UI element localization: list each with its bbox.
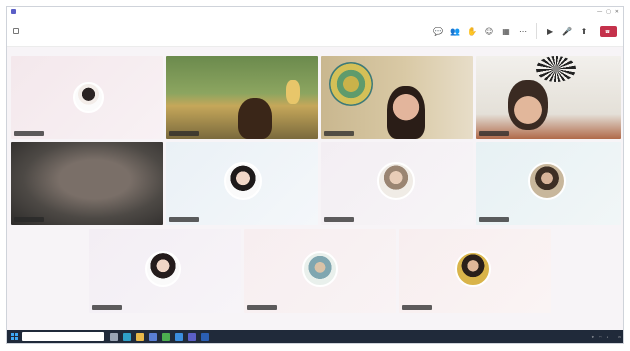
participant-name-tag	[169, 217, 199, 222]
participant-name-tag	[92, 305, 122, 310]
toolbar-divider	[536, 23, 538, 39]
wall-art	[536, 56, 576, 82]
share-button[interactable]: ⬆	[577, 27, 591, 36]
start-icon-pane	[11, 337, 14, 340]
wall-plate	[329, 62, 373, 106]
teams-meeting-window: — ▢ ✕ 💬 👥 ✋ ☺ ▦ ⋯ ▶ 🎤 ⬆ ☎ ☀ ◠ ♪ ▭	[6, 6, 624, 344]
teams-app-icon	[11, 9, 16, 14]
participant-name-tag	[14, 131, 44, 136]
reactions-button[interactable]: ☺	[482, 27, 496, 36]
participant-tile[interactable]	[11, 56, 163, 139]
avatar	[455, 251, 491, 287]
start-icon-pane	[11, 333, 14, 336]
avatar	[224, 162, 262, 200]
start-icon-pane	[15, 333, 18, 336]
raise-hand-icon: ✋	[467, 26, 477, 36]
participant-tile[interactable]	[89, 229, 241, 313]
notifications-icon[interactable]: ▭	[618, 335, 621, 339]
teams-icon[interactable]	[188, 332, 196, 341]
participant-video[interactable]	[476, 56, 621, 139]
participant-name-tag	[169, 131, 199, 136]
taskbar-apps	[110, 332, 209, 341]
avatar	[528, 162, 566, 200]
chat-button[interactable]: 💬	[431, 27, 445, 36]
volume-icon[interactable]: ♪	[607, 335, 609, 339]
camera-button[interactable]: ▶	[543, 27, 557, 36]
window-controls: — ▢ ✕	[597, 9, 619, 15]
meeting-controls: 💬 👥 ✋ ☺ ▦ ⋯ ▶ 🎤 ⬆ ☎	[431, 23, 617, 39]
meeting-info	[13, 28, 22, 34]
file-explorer-icon[interactable]	[136, 332, 144, 341]
participant-video[interactable]	[321, 56, 473, 139]
people-icon: 👥	[450, 26, 460, 36]
avatar	[73, 82, 104, 113]
view-button[interactable]: ▦	[499, 27, 513, 36]
people-button[interactable]: 👥	[448, 27, 462, 36]
participant-tile[interactable]	[166, 142, 318, 225]
chrome-icon[interactable]	[162, 332, 170, 341]
video-grid	[11, 49, 621, 331]
start-button[interactable]	[11, 333, 18, 340]
windows-taskbar: ☀ ◠ ♪ ▭	[7, 330, 623, 343]
decorative-lamp	[286, 80, 300, 104]
avatar	[145, 251, 181, 287]
view-icon: ▦	[502, 26, 510, 36]
meeting-toolbar: 💬 👥 ✋ ☺ ▦ ⋯ ▶ 🎤 ⬆ ☎	[7, 16, 623, 47]
participant-name-tag	[14, 217, 44, 222]
more-button[interactable]: ⋯	[516, 27, 530, 36]
participant-tile[interactable]	[399, 229, 551, 313]
word-icon[interactable]	[201, 332, 209, 341]
participant-video[interactable]	[11, 142, 163, 225]
edge-icon[interactable]	[123, 332, 131, 341]
reactions-icon: ☺	[484, 26, 494, 36]
participant-name-tag	[247, 305, 277, 310]
participant-face	[508, 80, 548, 130]
mail-icon[interactable]	[175, 332, 183, 341]
start-icon-pane	[15, 337, 18, 340]
participant-tile[interactable]	[321, 142, 473, 225]
more-icon: ⋯	[519, 26, 528, 36]
avatar	[302, 251, 338, 287]
participant-name-tag	[479, 131, 509, 136]
close-icon[interactable]: ✕	[615, 9, 619, 15]
participant-video[interactable]	[166, 56, 318, 139]
leave-button[interactable]: ☎	[600, 25, 617, 37]
participant-tile[interactable]	[244, 229, 396, 313]
meeting-info-icon[interactable]	[13, 28, 19, 34]
maximize-icon[interactable]: ▢	[606, 9, 611, 15]
participant-name-tag	[402, 305, 432, 310]
participant-tile[interactable]	[476, 142, 621, 225]
camera-icon: ▶	[546, 26, 554, 36]
task-view-icon[interactable]	[110, 332, 118, 341]
raise-hand-button[interactable]: ✋	[465, 27, 479, 36]
weather-icon[interactable]: ☀	[591, 335, 594, 339]
minimize-icon[interactable]: —	[597, 9, 602, 15]
participant-face	[387, 86, 425, 139]
participant-name-tag	[324, 131, 354, 136]
mic-button[interactable]: 🎤	[560, 27, 574, 36]
avatar	[377, 162, 415, 200]
phone-icon: ☎	[605, 28, 610, 34]
participant-name-tag	[479, 217, 509, 222]
network-icon[interactable]: ◠	[599, 335, 602, 339]
participant-face	[238, 98, 272, 139]
taskbar-search-input[interactable]	[22, 332, 104, 341]
chat-icon: 💬	[433, 26, 443, 36]
participant-name-tag	[324, 217, 354, 222]
mic-icon: 🎤	[562, 26, 572, 36]
title-bar: — ▢ ✕	[7, 7, 623, 16]
store-icon[interactable]	[149, 332, 157, 341]
system-tray: ☀ ◠ ♪ ▭	[591, 335, 621, 339]
share-icon: ⬆	[580, 26, 588, 36]
